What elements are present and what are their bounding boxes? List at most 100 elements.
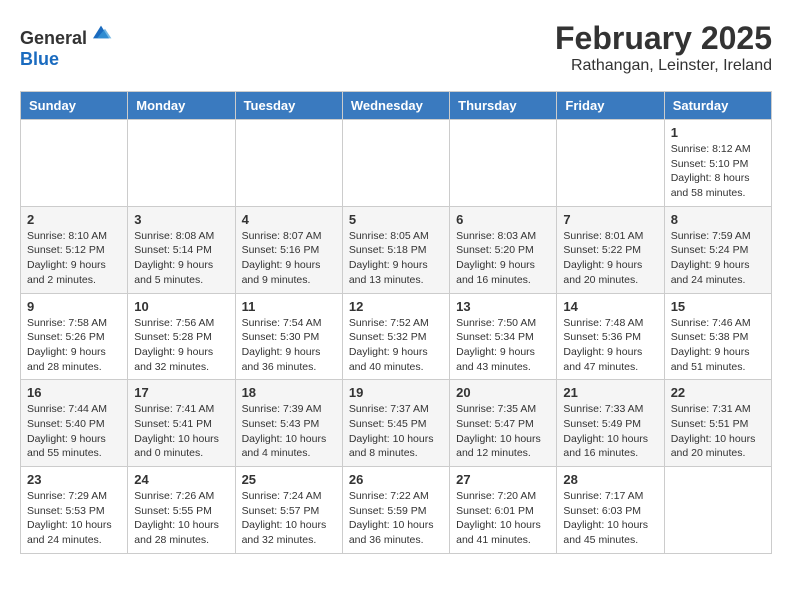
col-sunday: Sunday: [21, 92, 128, 120]
logo-blue: Blue: [20, 49, 59, 69]
calendar-cell: [342, 120, 449, 207]
calendar-week-row-1: 1Sunrise: 8:12 AM Sunset: 5:10 PM Daylig…: [21, 120, 772, 207]
calendar-cell: 5 Sunrise: 8:05 AM Sunset: 5:18 PM Daylig…: [342, 206, 449, 293]
day-info: Sunrise: 7:58 AM Sunset: 5:26 PM Dayligh…: [27, 316, 121, 375]
logo: General Blue: [20, 20, 113, 70]
day-number: 25: [242, 472, 336, 487]
day-number: 8: [671, 212, 765, 227]
calendar-cell: 22 Sunrise: 7:31 AM Sunset: 5:51 PM Dayli…: [664, 380, 771, 467]
col-monday: Monday: [128, 92, 235, 120]
day-number: 28: [563, 472, 657, 487]
calendar-cell: 20Sunrise: 7:35 AM Sunset: 5:47 PM Dayli…: [450, 380, 557, 467]
day-info: Sunrise: 7:31 AM Sunset: 5:51 PM Dayligh…: [671, 402, 765, 461]
calendar-cell: [21, 120, 128, 207]
day-info: Sunrise: 8:07 AM Sunset: 5:16 PM Dayligh…: [242, 229, 336, 288]
day-info: Sunrise: 7:33 AM Sunset: 5:49 PM Dayligh…: [563, 402, 657, 461]
day-info: Sunrise: 7:59 AM Sunset: 5:24 PM Dayligh…: [671, 229, 765, 288]
day-number: 24: [134, 472, 228, 487]
calendar-cell: 1Sunrise: 8:12 AM Sunset: 5:10 PM Daylig…: [664, 120, 771, 207]
calendar-week-row-5: 23 Sunrise: 7:29 AM Sunset: 5:53 PM Dayli…: [21, 467, 772, 554]
calendar-cell: 9 Sunrise: 7:58 AM Sunset: 5:26 PM Daylig…: [21, 293, 128, 380]
day-number: 13: [456, 299, 550, 314]
calendar-cell: 18 Sunrise: 7:39 AM Sunset: 5:43 PM Dayli…: [235, 380, 342, 467]
day-number: 15: [671, 299, 765, 314]
col-saturday: Saturday: [664, 92, 771, 120]
calendar-cell: 16 Sunrise: 7:44 AM Sunset: 5:40 PM Dayli…: [21, 380, 128, 467]
col-wednesday: Wednesday: [342, 92, 449, 120]
calendar-table: Sunday Monday Tuesday Wednesday Thursday…: [20, 91, 772, 554]
logo-text: General Blue: [20, 20, 113, 70]
day-number: 26: [349, 472, 443, 487]
day-number: 10: [134, 299, 228, 314]
day-number: 9: [27, 299, 121, 314]
location-title: Rathangan, Leinster, Ireland: [555, 57, 772, 75]
calendar-cell: [557, 120, 664, 207]
calendar-cell: 21 Sunrise: 7:33 AM Sunset: 5:49 PM Dayli…: [557, 380, 664, 467]
day-info: Sunrise: 7:48 AM Sunset: 5:36 PM Dayligh…: [563, 316, 657, 375]
day-number: 14: [563, 299, 657, 314]
day-number: 27: [456, 472, 550, 487]
day-number: 7: [563, 212, 657, 227]
day-info: Sunrise: 7:17 AM Sunset: 6:03 PM Dayligh…: [563, 489, 657, 548]
day-info: Sunrise: 7:44 AM Sunset: 5:40 PM Dayligh…: [27, 402, 121, 461]
calendar-cell: 12Sunrise: 7:52 AM Sunset: 5:32 PM Dayli…: [342, 293, 449, 380]
day-number: 11: [242, 299, 336, 314]
day-info: Sunrise: 7:29 AM Sunset: 5:53 PM Dayligh…: [27, 489, 121, 548]
calendar-cell: [235, 120, 342, 207]
day-number: 21: [563, 385, 657, 400]
day-info: Sunrise: 8:05 AM Sunset: 5:18 PM Dayligh…: [349, 229, 443, 288]
day-info: Sunrise: 8:03 AM Sunset: 5:20 PM Dayligh…: [456, 229, 550, 288]
day-number: 20: [456, 385, 550, 400]
logo-icon: [89, 20, 113, 44]
calendar-cell: 17Sunrise: 7:41 AM Sunset: 5:41 PM Dayli…: [128, 380, 235, 467]
day-info: Sunrise: 7:54 AM Sunset: 5:30 PM Dayligh…: [242, 316, 336, 375]
title-block: February 2025 Rathangan, Leinster, Irela…: [555, 20, 772, 75]
day-info: Sunrise: 7:56 AM Sunset: 5:28 PM Dayligh…: [134, 316, 228, 375]
calendar-cell: 13 Sunrise: 7:50 AM Sunset: 5:34 PM Dayli…: [450, 293, 557, 380]
calendar-cell: 7 Sunrise: 8:01 AM Sunset: 5:22 PM Daylig…: [557, 206, 664, 293]
day-info: Sunrise: 7:39 AM Sunset: 5:43 PM Dayligh…: [242, 402, 336, 461]
calendar-cell: 19Sunrise: 7:37 AM Sunset: 5:45 PM Dayli…: [342, 380, 449, 467]
calendar-cell: 23 Sunrise: 7:29 AM Sunset: 5:53 PM Dayli…: [21, 467, 128, 554]
day-number: 12: [349, 299, 443, 314]
day-number: 3: [134, 212, 228, 227]
page-header: General Blue February 2025 Rathangan, Le…: [20, 20, 772, 75]
day-info: Sunrise: 8:10 AM Sunset: 5:12 PM Dayligh…: [27, 229, 121, 288]
day-info: Sunrise: 8:12 AM Sunset: 5:10 PM Dayligh…: [671, 142, 765, 201]
calendar-header-row: Sunday Monday Tuesday Wednesday Thursday…: [21, 92, 772, 120]
calendar-cell: 3 Sunrise: 8:08 AM Sunset: 5:14 PM Daylig…: [128, 206, 235, 293]
day-info: Sunrise: 7:20 AM Sunset: 6:01 PM Dayligh…: [456, 489, 550, 548]
day-info: Sunrise: 7:37 AM Sunset: 5:45 PM Dayligh…: [349, 402, 443, 461]
calendar-week-row-3: 9 Sunrise: 7:58 AM Sunset: 5:26 PM Daylig…: [21, 293, 772, 380]
day-info: Sunrise: 7:50 AM Sunset: 5:34 PM Dayligh…: [456, 316, 550, 375]
col-friday: Friday: [557, 92, 664, 120]
day-info: Sunrise: 7:22 AM Sunset: 5:59 PM Dayligh…: [349, 489, 443, 548]
calendar-cell: 24 Sunrise: 7:26 AM Sunset: 5:55 PM Dayli…: [128, 467, 235, 554]
calendar-cell: 27 Sunrise: 7:20 AM Sunset: 6:01 PM Dayli…: [450, 467, 557, 554]
day-info: Sunrise: 8:01 AM Sunset: 5:22 PM Dayligh…: [563, 229, 657, 288]
calendar-cell: 6Sunrise: 8:03 AM Sunset: 5:20 PM Daylig…: [450, 206, 557, 293]
day-number: 16: [27, 385, 121, 400]
calendar-cell: 2Sunrise: 8:10 AM Sunset: 5:12 PM Daylig…: [21, 206, 128, 293]
calendar-cell: 8 Sunrise: 7:59 AM Sunset: 5:24 PM Daylig…: [664, 206, 771, 293]
day-number: 4: [242, 212, 336, 227]
calendar-cell: 15 Sunrise: 7:46 AM Sunset: 5:38 PM Dayli…: [664, 293, 771, 380]
calendar-cell: [664, 467, 771, 554]
calendar-cell: 11 Sunrise: 7:54 AM Sunset: 5:30 PM Dayli…: [235, 293, 342, 380]
calendar-cell: 14 Sunrise: 7:48 AM Sunset: 5:36 PM Dayli…: [557, 293, 664, 380]
logo-general: General: [20, 28, 87, 48]
calendar-cell: 4 Sunrise: 8:07 AM Sunset: 5:16 PM Daylig…: [235, 206, 342, 293]
calendar-week-row-2: 2Sunrise: 8:10 AM Sunset: 5:12 PM Daylig…: [21, 206, 772, 293]
day-info: Sunrise: 8:08 AM Sunset: 5:14 PM Dayligh…: [134, 229, 228, 288]
day-info: Sunrise: 7:46 AM Sunset: 5:38 PM Dayligh…: [671, 316, 765, 375]
calendar-cell: 26 Sunrise: 7:22 AM Sunset: 5:59 PM Dayli…: [342, 467, 449, 554]
calendar-cell: 28 Sunrise: 7:17 AM Sunset: 6:03 PM Dayli…: [557, 467, 664, 554]
day-number: 22: [671, 385, 765, 400]
day-number: 18: [242, 385, 336, 400]
col-tuesday: Tuesday: [235, 92, 342, 120]
day-number: 23: [27, 472, 121, 487]
calendar-cell: 25Sunrise: 7:24 AM Sunset: 5:57 PM Dayli…: [235, 467, 342, 554]
day-info: Sunrise: 7:41 AM Sunset: 5:41 PM Dayligh…: [134, 402, 228, 461]
day-info: Sunrise: 7:26 AM Sunset: 5:55 PM Dayligh…: [134, 489, 228, 548]
day-number: 5: [349, 212, 443, 227]
